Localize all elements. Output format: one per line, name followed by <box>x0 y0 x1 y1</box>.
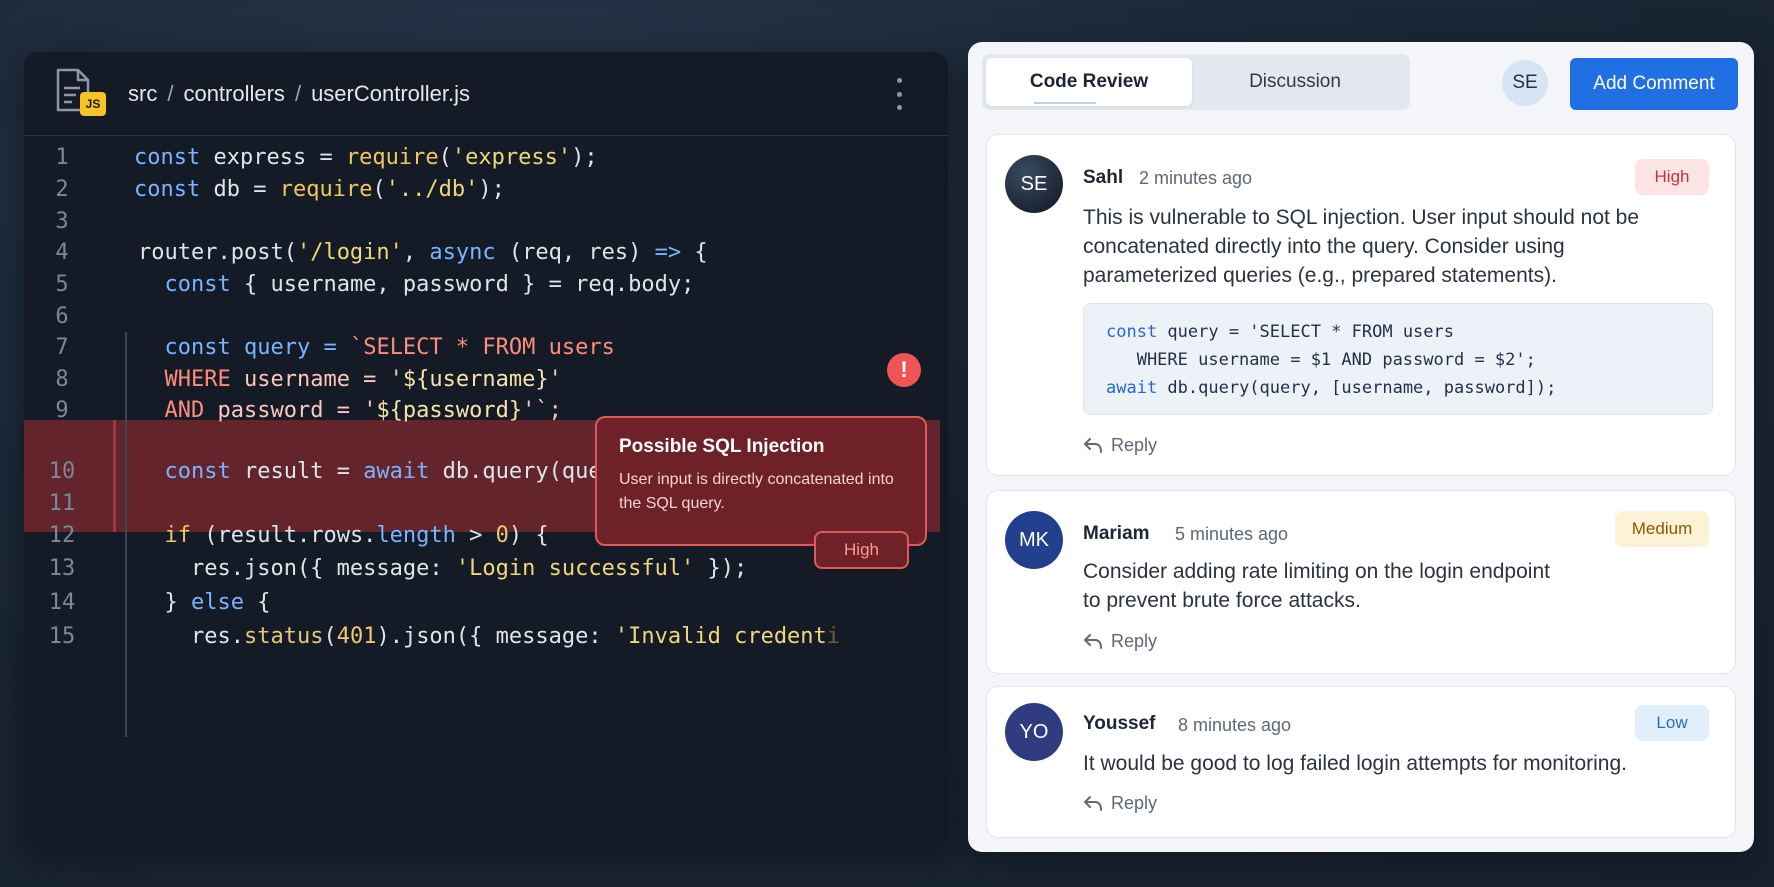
breadcrumb-separator: / <box>294 80 302 106</box>
code-line: 14 } else { <box>24 585 940 619</box>
line-number[interactable]: 2 <box>24 177 100 202</box>
comment-text: This is vulnerable to SQL injection. Use… <box>1083 206 1640 287</box>
tooltip-title: Possible SQL Injection <box>619 436 825 457</box>
code-line: 6 <box>24 299 940 333</box>
code-text: const query = `SELECT * FROM users <box>164 334 615 360</box>
code-text: const db = require('../db'); <box>134 176 505 202</box>
code-text: router.post('/login', async (req, res) =… <box>138 239 708 265</box>
tooltip-body: User input is directly concatenated into… <box>619 471 894 512</box>
code-line: 13 res.json({ message: 'Login successful… <box>24 551 940 585</box>
reply-label: Reply <box>1111 631 1158 651</box>
reply-label: Reply <box>1111 435 1158 455</box>
code-line: 15 res.status(401).json({ message: 'Inva… <box>24 619 940 653</box>
line-number[interactable]: 12 <box>24 523 100 548</box>
tooltip-severity-badge: High <box>814 531 909 569</box>
javascript-file-icon: JS <box>54 68 108 120</box>
tab-discussion[interactable]: Discussion <box>1192 58 1398 106</box>
line-number[interactable]: 3 <box>24 209 100 234</box>
comment-text: It would be good to log failed login att… <box>1083 752 1627 775</box>
line-number[interactable]: 7 <box>24 335 100 360</box>
code-line: 7 const query = `SELECT * FROM users <box>24 330 940 364</box>
code-text: const { username, password } = req.body; <box>164 271 695 297</box>
code-line: 3 <box>24 204 940 238</box>
editor-header: JS src / controllers / userController.js <box>24 52 948 136</box>
avatar: YO <box>1005 703 1063 761</box>
comment-author: Youssef <box>1083 713 1156 734</box>
breadcrumb-src[interactable]: src <box>128 81 157 107</box>
code-line: 8 WHERE username = '${username}' <box>24 362 940 396</box>
reply-button[interactable]: Reply <box>1083 435 1157 456</box>
comment-time: 8 minutes ago <box>1178 715 1292 735</box>
line-number[interactable]: 1 <box>24 145 100 170</box>
severity-badge: Low <box>1635 705 1709 741</box>
code-text: res.json({ message: 'Login successful' }… <box>138 555 748 581</box>
severity-badge: Medium <box>1615 511 1709 547</box>
code-snippet: const query = 'SELECT * FROM users WHERE… <box>1083 303 1713 415</box>
reply-icon <box>1084 437 1102 453</box>
line-number[interactable]: 11 <box>24 491 100 516</box>
comment-author: Mariam <box>1083 523 1150 544</box>
code-line: 4 router.post('/login', async (req, res) … <box>24 235 940 269</box>
breadcrumb: src / controllers / userController.js <box>128 81 470 107</box>
reply-icon <box>1084 795 1102 811</box>
js-badge: JS <box>80 91 106 116</box>
current-user-avatar[interactable]: SE <box>1502 60 1548 106</box>
reply-icon <box>1084 633 1102 649</box>
code-text: } else { <box>138 589 271 615</box>
code-line: 5 const { username, password } = req.bod… <box>24 267 940 301</box>
error-icon[interactable]: ! <box>887 353 921 387</box>
line-number[interactable]: 10 <box>24 459 100 484</box>
add-comment-button[interactable]: Add Comment <box>1570 58 1738 110</box>
breadcrumb-controllers[interactable]: controllers <box>183 81 284 107</box>
code-text: if (result.rows.length > 0) { <box>164 522 549 548</box>
more-options-icon[interactable] <box>894 78 904 110</box>
line-number[interactable]: 8 <box>24 367 100 392</box>
line-number[interactable]: 5 <box>24 272 100 297</box>
code-text: res.status(401).json({ message: 'Invalid… <box>138 623 841 649</box>
code-text: AND password = '${password}'`; <box>164 397 562 423</box>
tab-bar: Code Review Discussion <box>982 54 1410 110</box>
breadcrumb-file[interactable]: userController.js <box>311 81 470 107</box>
comment-card: YO Youssef 8 minutes ago Low It would be… <box>986 686 1736 838</box>
line-number[interactable]: 6 <box>24 304 100 329</box>
reply-button[interactable]: Reply <box>1083 631 1157 652</box>
avatar: MK <box>1005 511 1063 569</box>
code-line: 1 const express = require('express'); <box>24 140 940 174</box>
code-text: const express = require('express'); <box>134 144 598 170</box>
tab-code-review[interactable]: Code Review <box>986 58 1192 106</box>
snippet-line: WHERE username = $1 AND password = $2'; <box>1106 350 1536 370</box>
avatar: SE <box>1005 155 1063 213</box>
comment-author: Sahl <box>1083 167 1124 188</box>
issue-tooltip: Possible SQL Injection User input is dir… <box>595 416 927 546</box>
code-line: 2 const db = require('../db'); <box>24 172 940 206</box>
comment-card: MK Mariam 5 minutes ago Medium Consider … <box>986 490 1736 674</box>
review-panel: Code Review Discussion SE Add Comment SE… <box>968 42 1754 852</box>
line-number[interactable]: 15 <box>24 624 100 649</box>
comment-time: 5 minutes ago <box>1175 524 1289 544</box>
snippet-line: await db.query(query, [username, passwor… <box>1106 378 1557 398</box>
comment-time: 2 minutes ago <box>1139 168 1253 188</box>
comment-card: SE Sahl 2 minutes ago High This is vulne… <box>986 134 1736 476</box>
code-text: const result = await db.query(query); <box>164 458 655 484</box>
severity-badge: High <box>1635 159 1709 195</box>
comment-text: Consider adding rate limiting on the log… <box>1083 560 1550 612</box>
code-editor: JS src / controllers / userController.js… <box>24 52 948 848</box>
reply-label: Reply <box>1111 793 1158 813</box>
line-number[interactable]: 14 <box>24 590 100 615</box>
snippet-line: const query = 'SELECT * FROM users <box>1106 322 1454 342</box>
reply-button[interactable]: Reply <box>1083 793 1157 814</box>
line-number[interactable]: 13 <box>24 556 100 581</box>
line-number[interactable]: 4 <box>24 240 100 265</box>
line-number[interactable]: 9 <box>24 398 100 423</box>
code-text: WHERE username = '${username}' <box>164 366 562 392</box>
breadcrumb-separator: / <box>167 80 174 106</box>
